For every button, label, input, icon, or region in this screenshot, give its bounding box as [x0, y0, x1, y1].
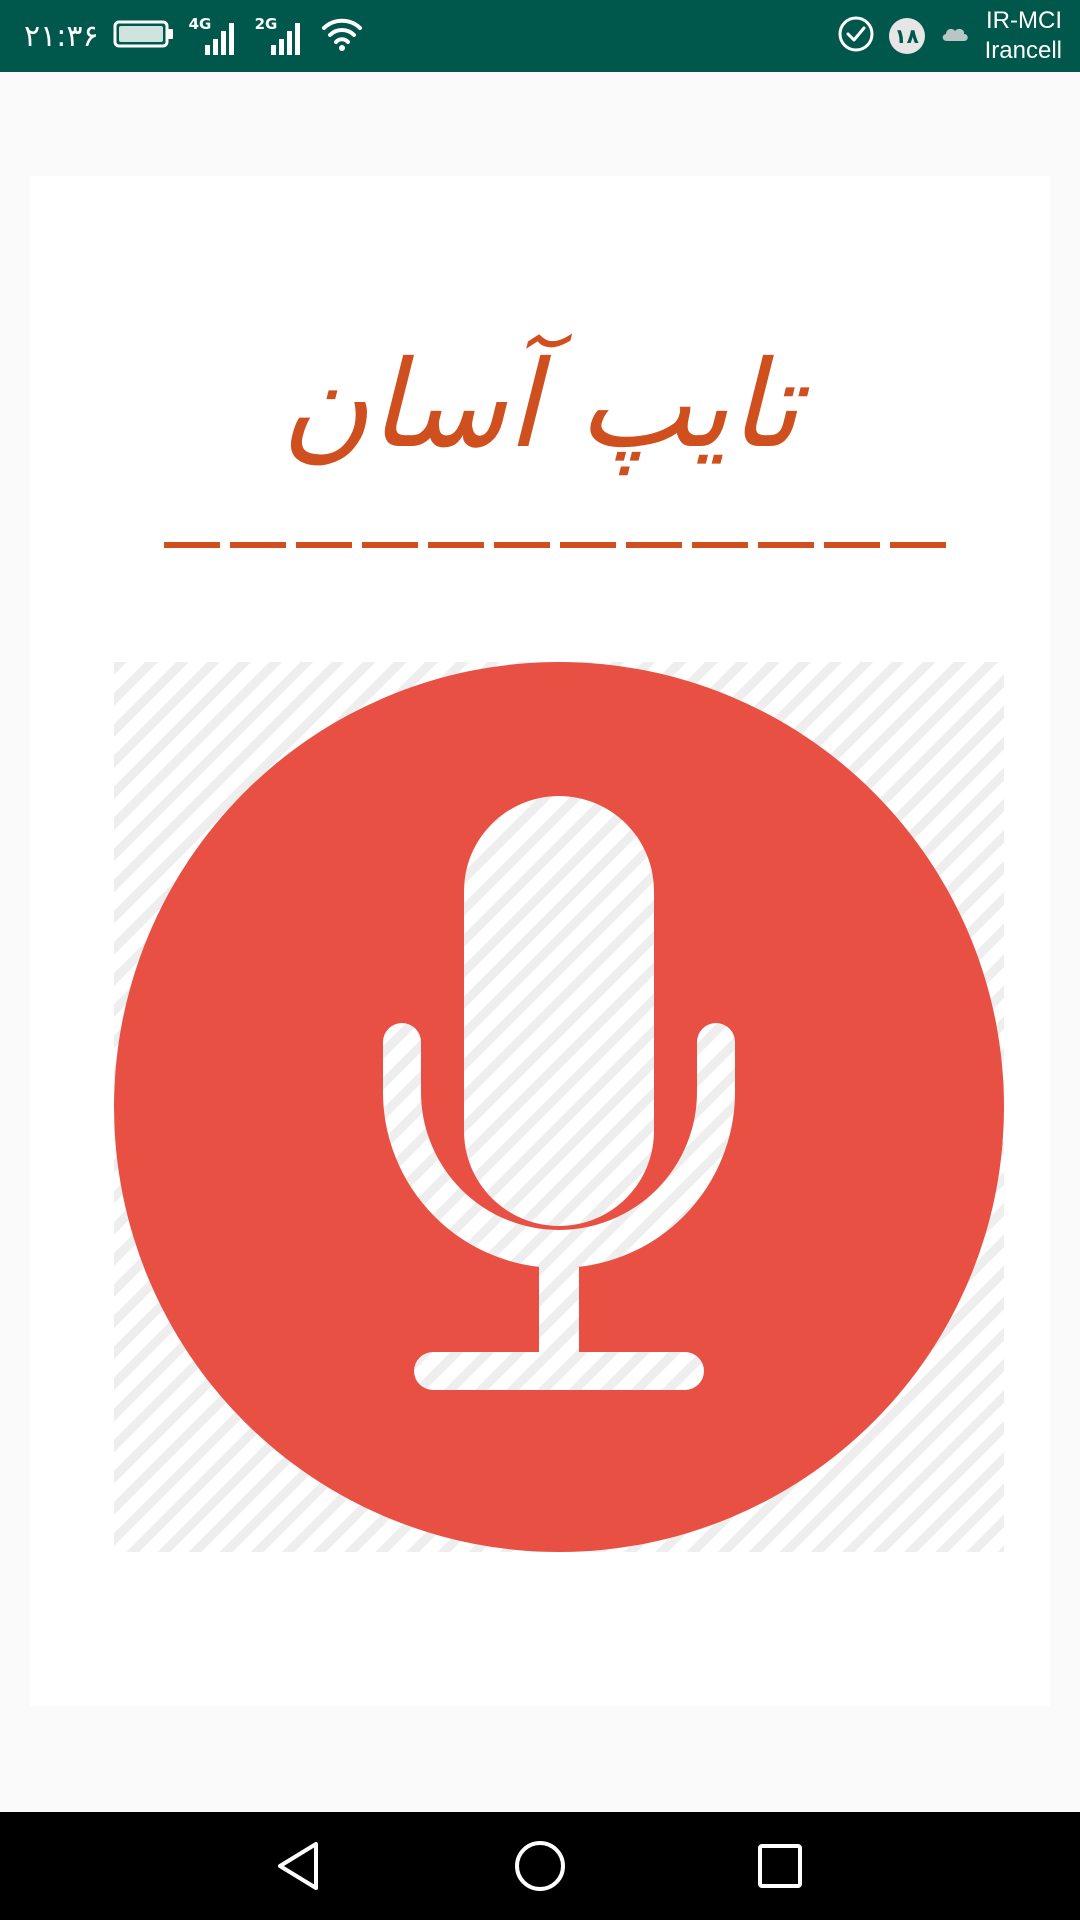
back-icon[interactable]	[270, 1836, 330, 1896]
carrier-2: Irancell	[984, 37, 1062, 64]
title-dashed-underline	[164, 542, 954, 548]
status-bar: ۲۱:۳۶ 4G 2G ۱۸ IR-MCI Irancell	[0, 0, 1080, 72]
home-icon[interactable]	[510, 1836, 570, 1896]
splash-card: تایپ آسان	[30, 176, 1050, 1706]
status-right-group: ۱۸ IR-MCI Irancell	[837, 0, 1062, 72]
notification-badge: ۱۸	[888, 18, 925, 54]
check-circle-icon	[837, 15, 875, 57]
microphone-icon	[114, 662, 1004, 1552]
signal-4g-icon: 4G	[189, 15, 241, 57]
recents-icon[interactable]	[750, 1836, 810, 1896]
navigation-bar	[0, 1812, 1080, 1920]
carrier-1: IR-MCI	[986, 7, 1062, 34]
content-area: تایپ آسان	[0, 72, 1080, 1812]
battery-icon	[113, 19, 175, 53]
signal-2g-icon: 2G	[255, 15, 307, 57]
status-left-group: ۲۱:۳۶ 4G 2G	[24, 0, 363, 72]
cloud-icon	[939, 23, 971, 49]
carrier-info: IR-MCI Irancell	[985, 6, 1062, 66]
wifi-icon	[321, 16, 363, 56]
app-title: تایپ آسان	[281, 336, 799, 475]
status-time: ۲۱:۳۶	[24, 18, 99, 54]
